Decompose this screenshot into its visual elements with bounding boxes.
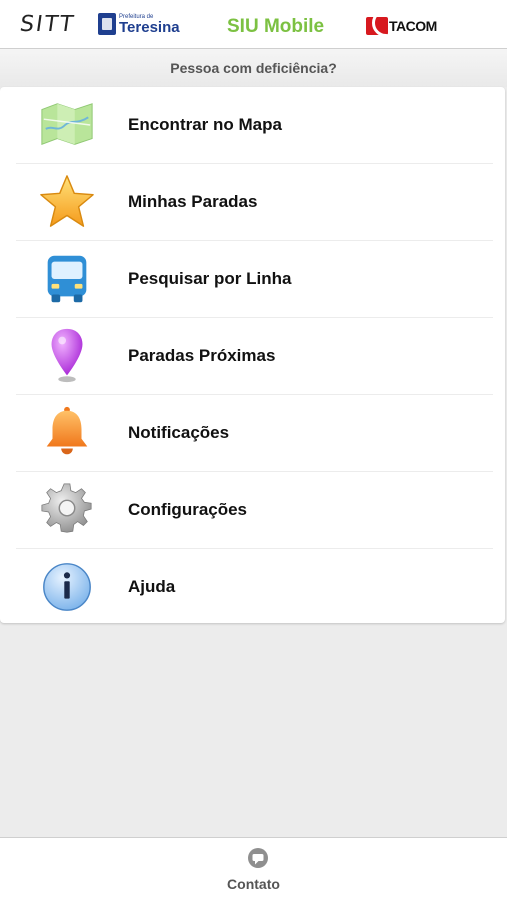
menu-item-label: Ajuda — [128, 577, 176, 596]
app-title: SIU Mobile — [227, 16, 325, 37]
teresina-name: Teresina — [119, 18, 180, 36]
menu-item-notifications[interactable]: Notificações — [16, 395, 493, 472]
menu-item-nearby-stops[interactable]: Paradas Próximas — [16, 318, 493, 395]
bell-icon — [46, 406, 88, 455]
menu-item-label: Pesquisar por Linha — [128, 269, 292, 288]
gear-icon — [41, 483, 92, 533]
menu-item-my-stops[interactable]: Minhas Paradas — [16, 164, 493, 241]
bus-icon — [47, 255, 87, 303]
menu-item-find-on-map[interactable]: Encontrar no Mapa — [16, 87, 493, 164]
map-icon — [41, 103, 93, 146]
tacom-logo: TACOM — [366, 17, 437, 35]
info-icon — [43, 563, 91, 611]
menu-item-label: Paradas Próximas — [128, 346, 276, 365]
footer-bar: Contato — [0, 837, 507, 900]
top-header: SITT Prefeitura de Teresina SIU Mobile T… — [0, 0, 507, 49]
menu-item-settings[interactable]: Configurações — [16, 472, 493, 549]
menu-item-label: Notificações — [128, 423, 230, 442]
menu-item-label: Minhas Paradas — [128, 192, 258, 211]
chat-bubble-icon[interactable] — [246, 847, 270, 871]
tacom-name: TACOM — [389, 18, 437, 34]
sitt-logo: SITT — [18, 12, 77, 37]
menu-item-label: Configurações — [128, 500, 248, 519]
menu-item-help[interactable]: Ajuda — [16, 549, 493, 625]
tacom-mark-icon — [366, 17, 388, 35]
menu-item-search-by-line[interactable]: Pesquisar por Linha — [16, 241, 493, 318]
teresina-crest-icon — [98, 13, 116, 35]
main-menu: Encontrar no Mapa Minhas Paradas Pesquis… — [0, 87, 505, 623]
location-pin-icon — [51, 328, 83, 383]
contact-button-label[interactable]: Contato — [0, 876, 507, 892]
teresina-logo: Prefeitura de Teresina — [98, 13, 180, 35]
menu-item-label: Encontrar no Mapa — [128, 115, 282, 134]
accessibility-link[interactable]: Pessoa com deficiência? — [0, 49, 507, 87]
star-icon — [40, 175, 94, 227]
